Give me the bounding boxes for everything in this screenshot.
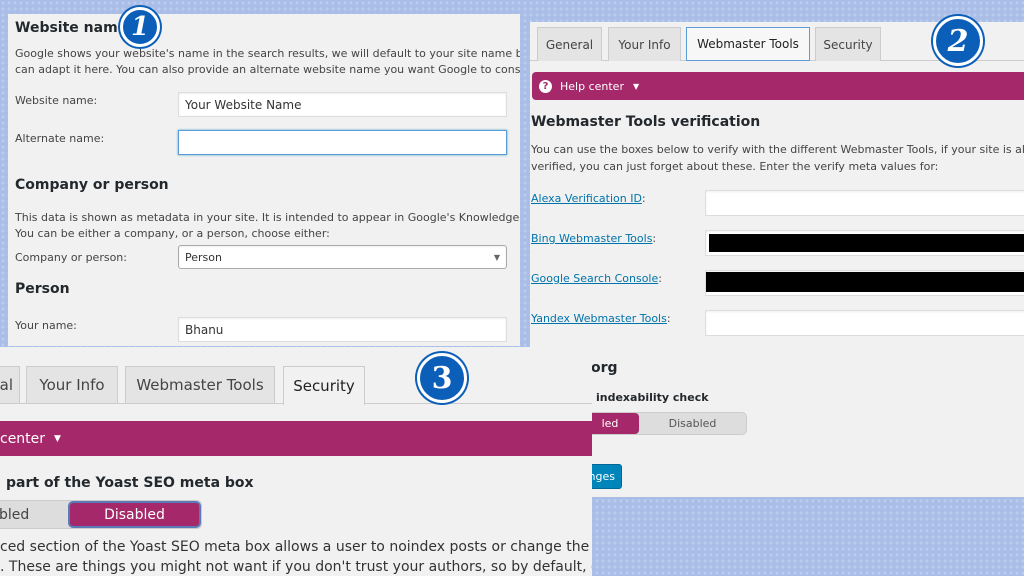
tab-your-info[interactable]: Your Info <box>608 27 681 61</box>
alexa-label: Alexa Verification ID: <box>531 192 646 205</box>
tab-webmaster-tools[interactable]: Webmaster Tools <box>686 27 810 61</box>
toggle-disabled-option[interactable]: Disabled <box>68 501 201 528</box>
google-label: Google Search Console: <box>531 272 662 285</box>
security-description-2: . These are things you might not want if… <box>0 559 592 575</box>
alternate-name-label: Alternate name: <box>15 132 105 145</box>
tab-security[interactable]: Security <box>815 27 881 61</box>
help-icon: ? <box>539 79 552 93</box>
indexability-toggle[interactable]: led Disabled <box>580 412 747 435</box>
yandex-input[interactable] <box>705 310 1024 336</box>
alexa-link[interactable]: Alexa Verification ID <box>531 192 642 205</box>
alexa-input[interactable] <box>705 190 1024 216</box>
tab-security[interactable]: Security <box>283 366 365 405</box>
website-name-label: Website name: <box>15 94 98 107</box>
tab-webmaster-tools[interactable]: Webmaster Tools <box>125 366 275 403</box>
help-center-label: Help center <box>560 79 624 93</box>
step-badge-1: 1 <box>120 7 160 47</box>
company-or-person-select[interactable]: Person ▼ <box>178 245 507 269</box>
advanced-section-heading: part of the Yoast SEO meta box <box>6 475 254 491</box>
tab-your-info[interactable]: Your Info <box>26 366 118 403</box>
your-name-label: Your name: <box>15 319 77 332</box>
yandex-link[interactable]: Yandex Webmaster Tools <box>531 312 667 325</box>
website-name-input[interactable]: Your Website Name <box>178 92 507 117</box>
website-name-description-2: can adapt it here. You can also provide … <box>15 63 520 76</box>
indexability-check-label: indexability check <box>596 391 709 404</box>
website-name-heading: Website name <box>15 20 128 36</box>
webmaster-description-2: verified, you can just forget about thes… <box>531 160 939 173</box>
alternate-name-input[interactable] <box>178 130 507 155</box>
help-center-label: center <box>0 430 46 447</box>
redaction-bar <box>709 234 1024 252</box>
bing-link[interactable]: Bing Webmaster Tools <box>531 232 652 245</box>
yandex-label: Yandex Webmaster Tools: <box>531 312 671 325</box>
toggle-enabled-option[interactable]: bled <box>0 501 68 528</box>
help-center-bar[interactable]: center ▼ <box>0 421 592 456</box>
website-name-description-1: Google shows your website's name in the … <box>15 47 520 60</box>
caret-down-icon: ▼ <box>54 433 61 444</box>
toggle-disabled-option[interactable]: Disabled <box>639 413 746 434</box>
security-description-1: ced section of the Yoast SEO meta box al… <box>0 539 590 555</box>
webmaster-tools-heading: Webmaster Tools verification <box>531 114 761 130</box>
company-or-person-label: Company or person: <box>15 251 127 264</box>
your-name-input[interactable]: Bhanu <box>178 317 507 342</box>
tab-general[interactable]: General <box>537 27 602 61</box>
partial-heading: org <box>591 360 618 376</box>
advanced-section-toggle[interactable]: bled Disabled <box>0 500 202 529</box>
security-panel: al Your Info Webmaster Tools Security ce… <box>0 347 592 576</box>
company-or-person-value: Person <box>185 250 222 264</box>
website-name-panel: Website name Google shows your website's… <box>8 14 520 346</box>
step-badge-2: 2 <box>933 16 983 66</box>
step-badge-3: 3 <box>417 353 467 403</box>
company-or-person-heading: Company or person <box>15 177 169 193</box>
person-heading: Person <box>15 281 70 297</box>
bing-label: Bing Webmaster Tools: <box>531 232 657 245</box>
webmaster-tools-panel: General Your Info Webmaster Tools Securi… <box>530 22 1024 497</box>
google-input[interactable] <box>705 270 1024 296</box>
google-link[interactable]: Google Search Console <box>531 272 658 285</box>
tab-general[interactable]: al <box>0 366 20 403</box>
webmaster-description-1: You can use the boxes below to verify wi… <box>531 143 1024 156</box>
redaction-bar <box>706 272 1024 292</box>
bing-input[interactable] <box>705 230 1024 256</box>
chevron-down-icon: ▼ <box>493 252 500 262</box>
help-center-bar[interactable]: ? Help center ▼ <box>532 72 1024 100</box>
company-description-2: You can be either a company, or a person… <box>15 227 330 240</box>
caret-down-icon: ▼ <box>632 81 640 91</box>
company-description-1: This data is shown as metadata in your s… <box>15 211 520 224</box>
